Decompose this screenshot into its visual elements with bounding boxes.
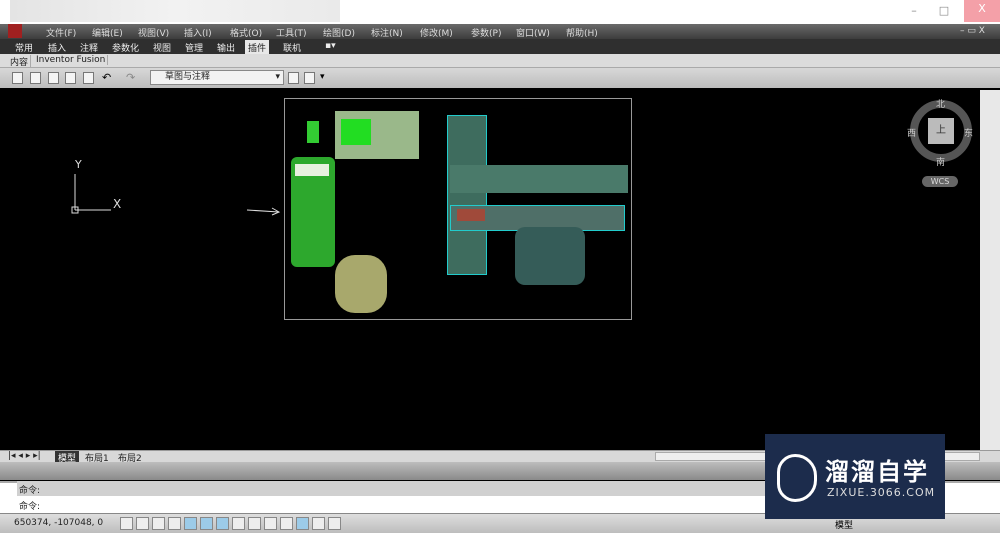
- infer-constraints-toggle[interactable]: [120, 517, 133, 530]
- polar-toggle[interactable]: [184, 517, 197, 530]
- arrow-annotation: [246, 209, 280, 213]
- transparency-toggle[interactable]: [296, 517, 309, 530]
- undo-icon[interactable]: ↶: [102, 71, 111, 84]
- workspace-settings-icon[interactable]: [288, 72, 299, 84]
- ribbon-tabs: 常用 插入 注释 参数化 视图 管理 输出 插件 联机 ▪▾: [0, 39, 1000, 55]
- wcs-menu[interactable]: WCS: [922, 176, 958, 187]
- drawing-block: [450, 165, 628, 193]
- grid-toggle[interactable]: [152, 517, 165, 530]
- compass-south[interactable]: 南: [936, 155, 945, 168]
- menu-window[interactable]: 窗口(W): [516, 26, 550, 39]
- dyn-toggle[interactable]: [264, 517, 277, 530]
- command-input[interactable]: 命令:: [17, 498, 767, 512]
- tab-plugins[interactable]: 插件: [245, 40, 270, 55]
- doc-window-controls[interactable]: – ▭ X: [960, 26, 985, 36]
- tab-annotate[interactable]: 注释: [77, 40, 101, 55]
- menu-help[interactable]: 帮助(H): [566, 26, 598, 39]
- chevron-down-icon: ▾: [275, 72, 280, 82]
- menu-bar: 文件(F) 编辑(E) 视图(V) 插入(I) 格式(O) 工具(T) 绘图(D…: [0, 24, 1000, 39]
- save-icon[interactable]: [48, 72, 59, 84]
- selection-cycling-toggle[interactable]: [328, 517, 341, 530]
- customize-dropdown-icon[interactable]: ▾: [320, 72, 325, 82]
- maximize-button[interactable]: □: [930, 2, 958, 20]
- new-file-icon[interactable]: [12, 72, 23, 84]
- layer-icon[interactable]: [304, 72, 315, 84]
- compass-east[interactable]: 东: [964, 126, 973, 139]
- drawing-block: [457, 209, 485, 221]
- app-logo-icon[interactable]: [8, 24, 22, 38]
- menu-format[interactable]: 格式(O): [230, 26, 262, 39]
- drawing-block: [515, 227, 585, 285]
- title-bar: – □ X: [0, 0, 1000, 24]
- ucs-y-label: Y: [75, 158, 82, 171]
- menu-view[interactable]: 视图(V): [138, 26, 169, 39]
- menu-insert[interactable]: 插入(I): [184, 26, 212, 39]
- panel-bar: 内容 Inventor Fusion: [0, 54, 1000, 68]
- menu-modify[interactable]: 修改(M): [420, 26, 453, 39]
- window-title-blurred: [10, 0, 340, 22]
- tab-home[interactable]: 常用: [12, 40, 36, 55]
- compass-west[interactable]: 西: [907, 126, 916, 139]
- drawing-block: [335, 255, 387, 313]
- otrack-toggle[interactable]: [232, 517, 245, 530]
- command-history: 命令:: [17, 481, 767, 496]
- menu-draw[interactable]: 绘图(D): [323, 26, 355, 39]
- watermark: 溜溜自学 ZIXUE.3066.COM: [765, 434, 945, 519]
- tab-manage[interactable]: 管理: [182, 40, 206, 55]
- open-file-icon[interactable]: [30, 72, 41, 84]
- menu-file[interactable]: 文件(F): [46, 26, 76, 39]
- drawing-block: [307, 121, 319, 143]
- compass-north[interactable]: 北: [936, 97, 945, 110]
- model-space-button[interactable]: 模型: [835, 518, 853, 531]
- ortho-toggle[interactable]: [168, 517, 181, 530]
- lineweight-toggle[interactable]: [280, 517, 293, 530]
- tab-output[interactable]: 输出: [214, 40, 238, 55]
- menu-parameters[interactable]: 参数(P): [471, 26, 501, 39]
- menu-dimension[interactable]: 标注(N): [371, 26, 403, 39]
- ucs-x-label: X: [113, 197, 122, 211]
- tab-insert[interactable]: 插入: [45, 40, 69, 55]
- watermark-url: ZIXUE.3066.COM: [827, 486, 936, 499]
- drawing-block: [295, 164, 329, 176]
- layout-sheet: [284, 98, 632, 320]
- play-logo-icon: [777, 454, 817, 502]
- snap-toggle[interactable]: [136, 517, 149, 530]
- panel-tab-content[interactable]: 内容: [8, 55, 32, 68]
- tab-nav-arrows[interactable]: |◂ ◂ ▸ ▸|: [8, 451, 41, 461]
- menu-edit[interactable]: 编辑(E): [92, 26, 123, 39]
- tab-parametric[interactable]: 参数化: [109, 40, 142, 55]
- quick-properties-toggle[interactable]: [312, 517, 325, 530]
- ribbon-minimize-icon[interactable]: ▪▾: [322, 40, 339, 52]
- panel-tab-inventor-fusion[interactable]: Inventor Fusion: [34, 55, 109, 65]
- redo-icon[interactable]: ↷: [126, 71, 135, 84]
- tab-online[interactable]: 联机: [280, 40, 304, 55]
- minimize-button[interactable]: –: [900, 2, 928, 20]
- drawing-block: [447, 115, 487, 275]
- tab-view[interactable]: 视图: [150, 40, 174, 55]
- save-as-icon[interactable]: [65, 72, 76, 84]
- ucs-toggle[interactable]: [248, 517, 261, 530]
- drawing-block: [341, 119, 371, 145]
- viewcube-top-face[interactable]: 上: [928, 118, 954, 144]
- coordinate-readout: 650374, -107048, 0: [14, 518, 104, 528]
- quick-access-toolbar: ↶ ↷ 草图与注释 ▾ ▾: [0, 68, 1000, 88]
- print-icon[interactable]: [83, 72, 94, 84]
- workspace-value: 草图与注释: [165, 72, 211, 82]
- vertical-scrollbar[interactable]: [980, 90, 1000, 450]
- workspace-select[interactable]: 草图与注释 ▾: [150, 70, 284, 85]
- watermark-title: 溜溜自学: [825, 458, 929, 486]
- 3d-osnap-toggle[interactable]: [216, 517, 229, 530]
- close-button[interactable]: X: [964, 0, 1000, 22]
- osnap-toggle[interactable]: [200, 517, 213, 530]
- menu-tools[interactable]: 工具(T): [276, 26, 307, 39]
